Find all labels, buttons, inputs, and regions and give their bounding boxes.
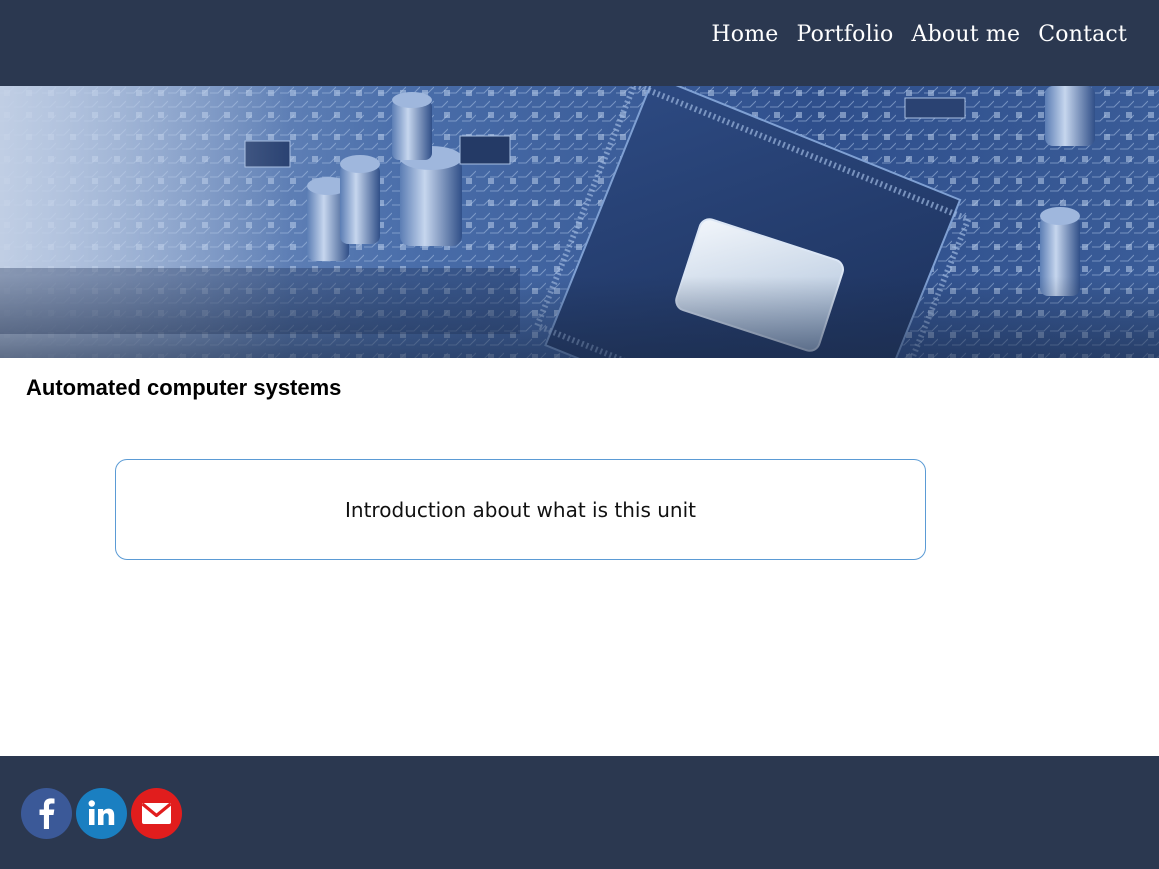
intro-text: Introduction about what is this unit bbox=[345, 497, 696, 522]
intro-box: Introduction about what is this unit bbox=[115, 459, 926, 560]
hero-banner bbox=[0, 86, 1159, 358]
top-header: Home Portfolio About me Contact bbox=[0, 0, 1159, 86]
circuit-board-image bbox=[0, 86, 1159, 358]
nav-portfolio[interactable]: Portfolio bbox=[796, 22, 893, 47]
nav-home[interactable]: Home bbox=[711, 22, 778, 47]
nav-contact[interactable]: Contact bbox=[1038, 22, 1127, 47]
main-nav: Home Portfolio About me Contact bbox=[711, 22, 1127, 47]
footer bbox=[0, 756, 1159, 869]
email-icon[interactable] bbox=[131, 788, 182, 839]
page-title: Automated computer systems bbox=[26, 375, 342, 400]
nav-about-me[interactable]: About me bbox=[912, 22, 1021, 47]
social-links bbox=[21, 788, 182, 839]
facebook-icon[interactable] bbox=[21, 788, 72, 839]
linkedin-icon[interactable] bbox=[76, 788, 127, 839]
